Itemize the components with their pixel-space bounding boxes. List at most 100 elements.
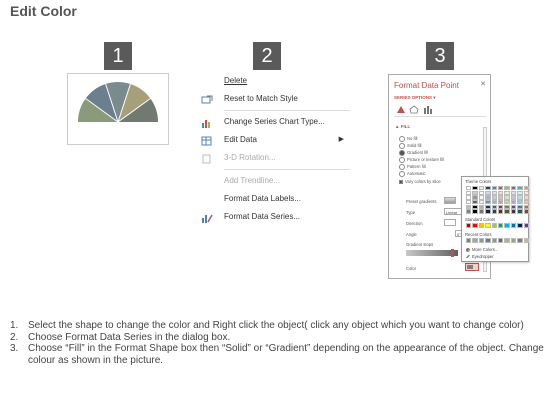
- menu-item-edit-data[interactable]: Edit Data ▶: [200, 131, 350, 149]
- color-swatch[interactable]: [491, 195, 497, 200]
- gradient-stop-handle[interactable]: [451, 249, 454, 257]
- color-swatch[interactable]: [504, 223, 510, 228]
- color-swatch[interactable]: [504, 209, 510, 214]
- color-swatch[interactable]: [478, 200, 485, 205]
- color-swatch[interactable]: [497, 195, 504, 200]
- color-swatch[interactable]: [510, 186, 517, 191]
- color-swatch[interactable]: [478, 186, 485, 191]
- color-swatch[interactable]: [491, 223, 497, 228]
- color-swatch[interactable]: [497, 186, 504, 191]
- color-swatch[interactable]: [466, 223, 472, 228]
- color-swatch[interactable]: [504, 204, 510, 209]
- color-swatch[interactable]: [510, 238, 517, 243]
- color-swatch[interactable]: [510, 200, 517, 205]
- radio-solid-fill[interactable]: Solid fill: [399, 143, 421, 149]
- color-swatch[interactable]: [466, 204, 472, 209]
- color-swatch[interactable]: [472, 190, 478, 195]
- color-swatch[interactable]: [491, 209, 497, 214]
- color-swatch[interactable]: [523, 186, 529, 191]
- color-swatch[interactable]: [497, 200, 504, 205]
- vary-colors-checkbox[interactable]: Vary colors by slice: [399, 179, 441, 184]
- color-swatch[interactable]: [504, 200, 510, 205]
- color-swatch[interactable]: [517, 223, 523, 228]
- color-swatch[interactable]: [523, 238, 529, 243]
- color-swatch[interactable]: [497, 209, 504, 214]
- color-swatch[interactable]: [491, 204, 497, 209]
- close-icon[interactable]: ✕: [480, 80, 486, 88]
- menu-item-reset-style[interactable]: Reset to Match Style: [200, 90, 350, 108]
- color-swatch[interactable]: [472, 200, 478, 205]
- color-swatch[interactable]: [472, 204, 478, 209]
- menu-item-delete[interactable]: Delete: [200, 72, 350, 90]
- color-swatch[interactable]: [523, 200, 529, 205]
- color-swatch[interactable]: [491, 186, 497, 191]
- color-picker-button[interactable]: [465, 263, 479, 271]
- recent-color-row[interactable]: [466, 238, 529, 243]
- color-swatch[interactable]: [491, 200, 497, 205]
- color-swatch[interactable]: [497, 223, 504, 228]
- color-swatch[interactable]: [472, 195, 478, 200]
- color-swatch[interactable]: [504, 238, 510, 243]
- color-swatch[interactable]: [510, 223, 517, 228]
- preset-gradients-button[interactable]: [444, 197, 456, 204]
- color-swatch[interactable]: [510, 190, 517, 195]
- color-swatch[interactable]: [517, 200, 523, 205]
- color-swatch[interactable]: [517, 238, 523, 243]
- series-options-dropdown[interactable]: SERIES OPTIONS ▾: [394, 95, 436, 101]
- color-swatch[interactable]: [517, 190, 523, 195]
- eyedropper-item[interactable]: Eyedropper: [466, 254, 494, 259]
- color-swatch[interactable]: [485, 190, 491, 195]
- color-swatch[interactable]: [510, 204, 517, 209]
- color-swatch[interactable]: [510, 209, 517, 214]
- color-swatch[interactable]: [517, 209, 523, 214]
- standard-color-row[interactable]: [466, 223, 529, 228]
- menu-item-format-data-labels[interactable]: Format Data Labels...: [200, 190, 350, 208]
- color-swatch[interactable]: [466, 186, 472, 191]
- color-swatch[interactable]: [485, 200, 491, 205]
- color-swatch[interactable]: [523, 195, 529, 200]
- radio-picture-fill[interactable]: Picture or texture fill: [399, 157, 444, 163]
- color-swatch[interactable]: [497, 190, 504, 195]
- tab-icons[interactable]: [394, 103, 444, 116]
- color-swatch[interactable]: [523, 223, 529, 228]
- color-swatch[interactable]: [485, 204, 491, 209]
- color-swatch[interactable]: [485, 238, 491, 243]
- color-swatch[interactable]: [497, 204, 504, 209]
- color-swatch[interactable]: [472, 238, 478, 243]
- color-swatch[interactable]: [517, 204, 523, 209]
- menu-item-format-data-series[interactable]: Format Data Series...: [200, 208, 350, 226]
- color-swatch[interactable]: [491, 238, 497, 243]
- color-swatch[interactable]: [478, 204, 485, 209]
- color-swatch[interactable]: [466, 190, 472, 195]
- type-select[interactable]: Linear: [444, 208, 462, 215]
- color-swatch[interactable]: [485, 223, 491, 228]
- color-swatch[interactable]: [517, 186, 523, 191]
- color-swatch[interactable]: [478, 190, 485, 195]
- color-swatch[interactable]: [466, 195, 472, 200]
- radio-gradient-fill[interactable]: Gradient fill: [399, 150, 428, 156]
- color-swatch[interactable]: [517, 195, 523, 200]
- theme-color-grid[interactable]: [466, 186, 529, 214]
- color-swatch[interactable]: [466, 200, 472, 205]
- semicircle-chart[interactable]: [68, 74, 168, 144]
- radio-no-fill[interactable]: No fill: [399, 136, 417, 142]
- color-swatch[interactable]: [472, 209, 478, 214]
- more-colors-item[interactable]: More Colors...: [466, 247, 498, 252]
- fill-section-header[interactable]: ▲ FILL: [395, 124, 410, 129]
- color-swatch[interactable]: [523, 209, 529, 214]
- menu-item-change-chart-type[interactable]: Change Series Chart Type...: [200, 113, 350, 131]
- color-swatch[interactable]: [485, 209, 491, 214]
- color-swatch[interactable]: [478, 209, 485, 214]
- color-swatch[interactable]: [478, 238, 485, 243]
- color-swatch[interactable]: [504, 190, 510, 195]
- color-swatch[interactable]: [497, 238, 504, 243]
- direction-button[interactable]: [444, 219, 456, 226]
- color-swatch[interactable]: [472, 223, 478, 228]
- color-swatch[interactable]: [466, 209, 472, 214]
- color-swatch[interactable]: [478, 223, 485, 228]
- radio-pattern-fill[interactable]: Pattern fill: [399, 164, 426, 170]
- color-swatch[interactable]: [504, 186, 510, 191]
- radio-automatic[interactable]: Automatic: [399, 171, 426, 177]
- color-swatch[interactable]: [472, 186, 478, 191]
- color-swatch[interactable]: [491, 190, 497, 195]
